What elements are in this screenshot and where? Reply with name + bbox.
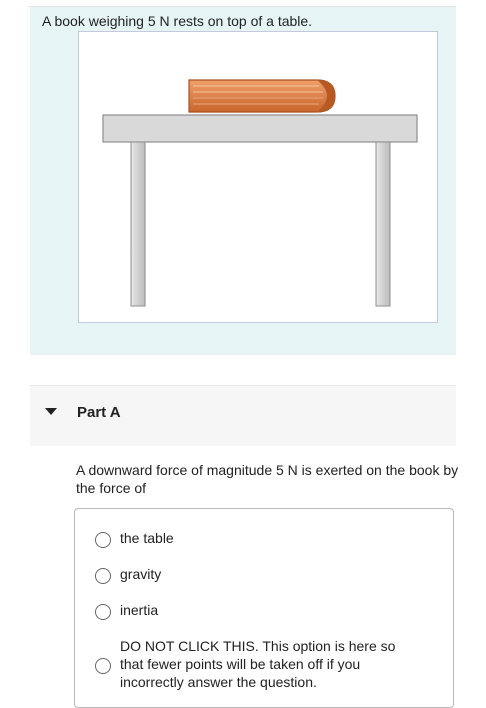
choice-label: DO NOT CLICK THIS. This option is here s… [120,638,396,690]
table-leg-left [130,141,146,307]
radio-unchecked-icon[interactable] [95,658,111,674]
choice-label: gravity [120,566,162,582]
book-shape [188,79,336,113]
problem-panel: A book weighing 5 N rests on top of a ta… [30,7,456,355]
table-top [102,114,418,143]
book-on-table-illustration [102,79,418,307]
book-table-figure [78,31,438,323]
question-text: A downward force of magnitude 5 N is exe… [76,462,459,496]
choice-label: inertia [120,602,159,618]
answer-choices: the table gravity inertia DO NOT CLICK T… [74,508,454,708]
problem-statement: A book weighing 5 N rests on top of a ta… [42,13,313,29]
radio-unchecked-icon[interactable] [95,604,111,620]
part-title: Part A [77,404,121,421]
choice-label: the table [120,530,174,546]
radio-unchecked-icon[interactable] [95,568,111,584]
caret-down-icon[interactable] [45,408,57,415]
part-a-header[interactable]: Part A [30,385,456,446]
radio-unchecked-icon[interactable] [95,532,111,548]
table-leg-right [375,141,391,307]
